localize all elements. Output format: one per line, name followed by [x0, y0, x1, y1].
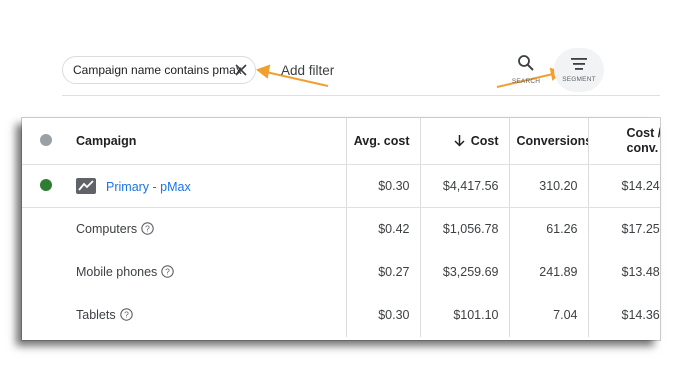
add-filter-button[interactable]: Add filter	[281, 63, 334, 78]
arrow-down-icon	[454, 135, 465, 147]
avg-cost-column-header[interactable]: Avg. cost	[346, 118, 421, 165]
enabled-status-dot	[40, 178, 52, 191]
cost-per-conv-cell: $13.48	[621, 265, 660, 279]
close-icon[interactable]	[234, 63, 248, 77]
conversions-cell: 310.20	[509, 164, 589, 208]
campaign-row[interactable]: Primary - pMax $0.30 $4,417.56 310.20 $1…	[22, 164, 660, 208]
help-icon[interactable]: ?	[161, 265, 175, 278]
cost-cell: $4,417.56	[420, 164, 510, 208]
campaign-table: Campaign Avg. cost Cost Conversions Cost…	[22, 118, 660, 337]
segment-icon	[571, 58, 587, 70]
conversions-column-header[interactable]: Conversions	[509, 118, 589, 165]
cost-per-conv-header-line1: Cost /	[626, 126, 661, 140]
cost-per-conv-cell: $17.25	[621, 222, 660, 237]
conversions-cell: 61.26	[509, 207, 589, 251]
segment-row: Mobile phones? $0.27 $3,259.69 241.89 $1…	[22, 250, 660, 294]
conversions-header-label: Conversions	[516, 134, 588, 148]
conversions-cell: 241.89	[509, 250, 589, 294]
filter-chip-label: Campaign name contains pmax	[73, 63, 242, 77]
segment-button-label: SEGMENT	[562, 76, 596, 83]
avg-cost-cell: $0.42	[346, 207, 421, 251]
performance-max-icon	[76, 178, 96, 194]
conversions-cell: 7.04	[509, 293, 589, 337]
status-column-header[interactable]	[22, 118, 76, 165]
cost-header-label: Cost	[470, 134, 499, 148]
segment-button[interactable]: SEGMENT	[554, 48, 604, 92]
avg-cost-cell: $0.30	[346, 164, 421, 208]
cost-per-conv-header-line2: conv.	[626, 141, 659, 155]
table-header-row: Campaign Avg. cost Cost Conversions Cost…	[22, 118, 660, 165]
cost-cell: $1,056.78	[420, 207, 510, 251]
avg-cost-cell: $0.27	[346, 250, 421, 294]
cost-per-conv-column-header[interactable]: Cost / conv.	[588, 118, 660, 165]
search-button-label: SEARCH	[511, 78, 541, 85]
campaign-table-card: Campaign Avg. cost Cost Conversions Cost…	[22, 118, 660, 340]
status-header-dot	[40, 133, 52, 146]
avg-cost-header-label: Avg. cost	[353, 134, 410, 148]
campaign-header-label: Campaign	[76, 134, 137, 148]
svg-text:?: ?	[165, 267, 170, 277]
segment-row: Tablets? $0.30 $101.10 7.04 $14.36	[22, 293, 660, 337]
segment-label: Computers	[76, 222, 138, 237]
cost-cell: $101.10	[420, 293, 510, 337]
search-button[interactable]: SEARCH	[506, 54, 546, 85]
help-icon[interactable]: ?	[119, 308, 133, 321]
filter-chip[interactable]: Campaign name contains pmax	[62, 56, 256, 84]
campaign-name-link[interactable]: Primary - pMax	[106, 180, 191, 194]
cost-per-conv-cell: $14.24	[588, 164, 660, 208]
segment-row: Computers? $0.42 $1,056.78 61.26 $17.25	[22, 207, 660, 251]
cost-per-conv-cell: $14.36	[621, 308, 660, 322]
help-icon[interactable]: ?	[141, 222, 154, 235]
search-icon	[518, 55, 534, 71]
segment-label: Mobile phones	[76, 265, 158, 279]
avg-cost-cell: $0.30	[346, 293, 421, 337]
cost-column-header[interactable]: Cost	[420, 118, 510, 165]
campaign-column-header[interactable]: Campaign	[76, 118, 347, 165]
segment-label: Tablets	[76, 308, 116, 322]
cost-cell: $3,259.69	[420, 250, 510, 294]
svg-text:?: ?	[124, 310, 129, 320]
svg-text:?: ?	[145, 224, 150, 234]
filter-bar-divider	[62, 95, 660, 96]
